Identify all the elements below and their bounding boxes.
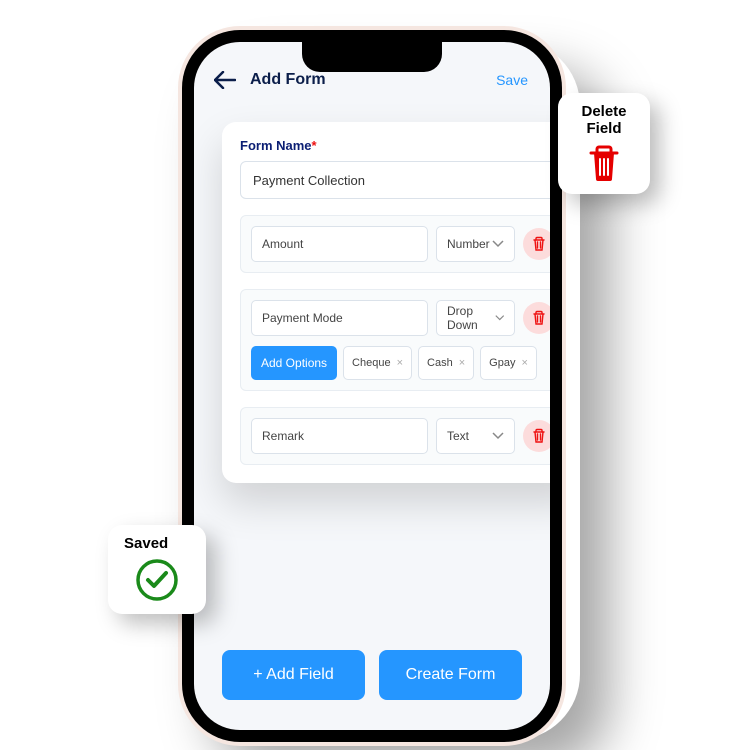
trash-icon	[531, 310, 547, 326]
trash-icon	[531, 428, 547, 444]
field-type-select[interactable]: Text	[436, 418, 515, 454]
chip-remove[interactable]: ×	[459, 357, 465, 369]
field-type-value: Text	[447, 429, 469, 443]
chip-remove[interactable]: ×	[397, 357, 403, 369]
check-circle-icon	[133, 556, 181, 604]
form-card: Form Name* Number	[222, 122, 550, 483]
field-type-select[interactable]: Number	[436, 226, 515, 262]
chevron-down-icon	[492, 432, 504, 440]
save-link[interactable]: Save	[496, 72, 528, 88]
option-chip: Gpay ×	[480, 346, 537, 380]
create-form-button[interactable]: Create Form	[379, 650, 522, 700]
field-label-input[interactable]	[251, 418, 428, 454]
chip-label: Cash	[427, 357, 453, 369]
chip-remove[interactable]: ×	[521, 357, 527, 369]
add-field-button[interactable]: + Add Field	[222, 650, 365, 700]
chip-label: Cheque	[352, 357, 391, 369]
callout-label: Saved	[124, 535, 168, 552]
field-type-select[interactable]: Drop Down	[436, 300, 515, 336]
add-options-button[interactable]: Add Options	[251, 346, 337, 380]
phone-notch	[302, 42, 442, 72]
required-mark: *	[312, 138, 317, 153]
back-button[interactable]	[212, 67, 238, 93]
page-title: Add Form	[250, 71, 486, 89]
field-block: Number	[240, 215, 550, 273]
delete-field-callout: Delete Field	[558, 93, 650, 194]
chip-label: Gpay	[489, 357, 515, 369]
chevron-down-icon	[495, 314, 505, 322]
callout-label: Delete Field	[581, 103, 626, 138]
form-name-text: Form Name	[240, 138, 312, 153]
form-name-label: Form Name*	[240, 138, 550, 153]
field-block: Drop Down Add Options Cheque	[240, 289, 550, 391]
phone-frame: Add Form Save Form Name* Number	[178, 26, 566, 746]
chevron-down-icon	[492, 240, 504, 248]
field-block: Text	[240, 407, 550, 465]
field-label-input[interactable]	[251, 226, 428, 262]
field-type-value: Number	[447, 237, 490, 251]
app-screen: Add Form Save Form Name* Number	[194, 42, 550, 730]
option-chip: Cheque ×	[343, 346, 412, 380]
option-chip: Cash ×	[418, 346, 474, 380]
delete-field-button[interactable]	[523, 302, 550, 334]
trash-icon	[583, 142, 625, 184]
field-label-input[interactable]	[251, 300, 428, 336]
arrow-left-icon	[214, 71, 236, 89]
delete-field-button[interactable]	[523, 420, 550, 452]
field-type-value: Drop Down	[447, 304, 495, 332]
form-name-input[interactable]	[240, 161, 550, 199]
bottom-buttons: + Add Field Create Form	[222, 650, 522, 700]
trash-icon	[531, 236, 547, 252]
delete-field-button[interactable]	[523, 228, 550, 260]
saved-callout: Saved	[108, 525, 206, 614]
